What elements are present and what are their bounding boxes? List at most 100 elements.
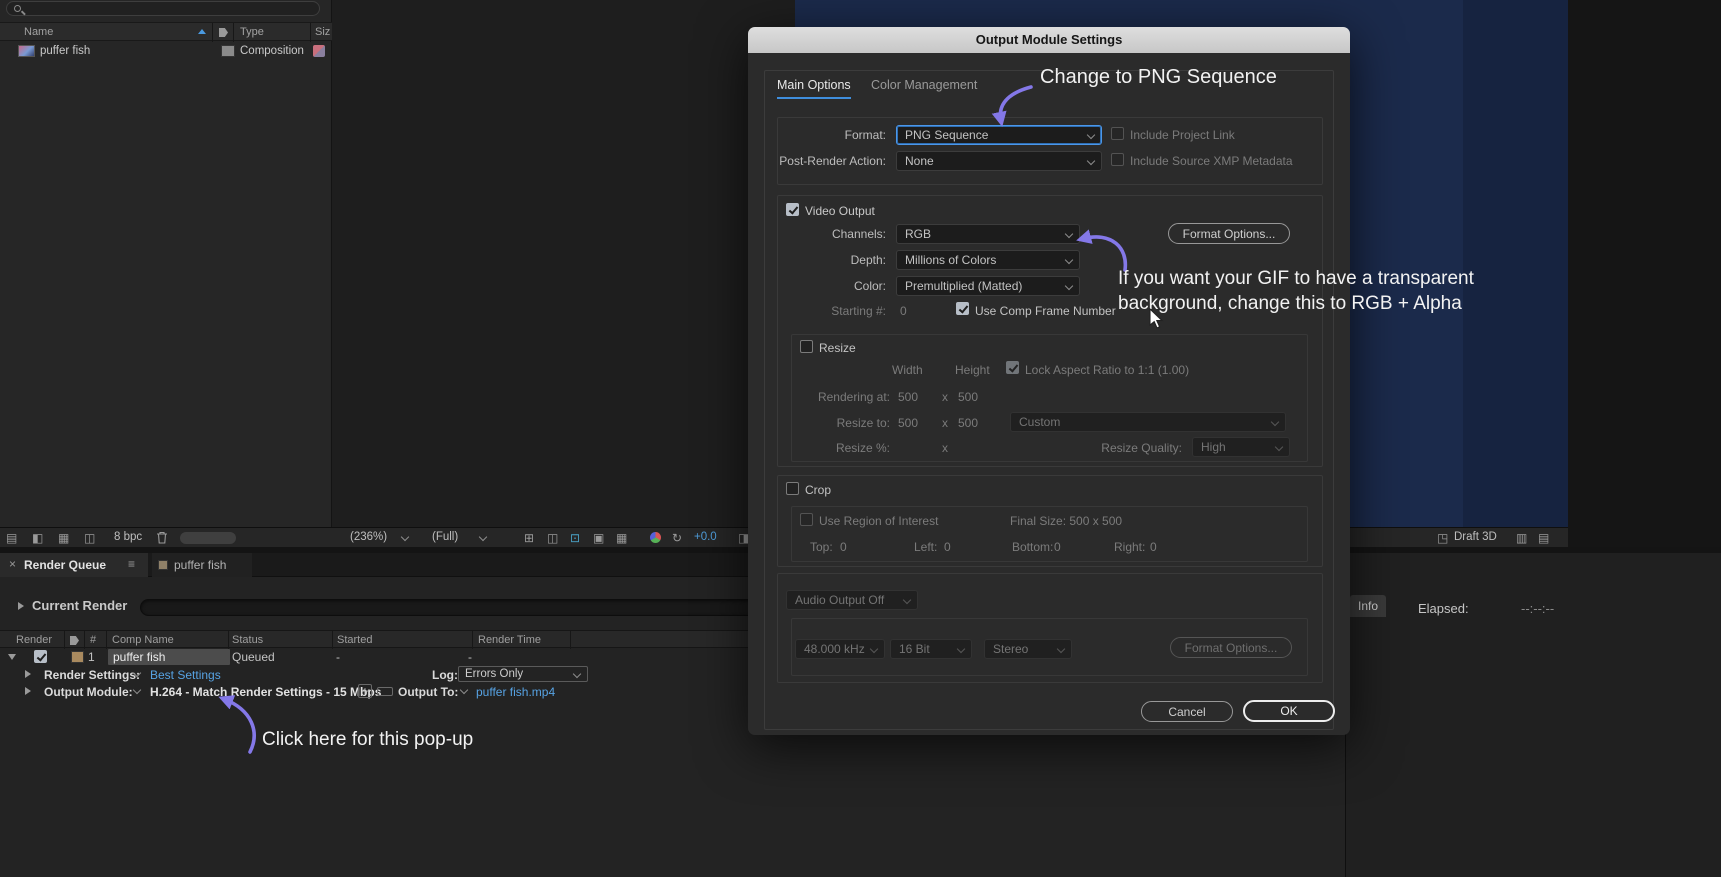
use-roi-checkbox[interactable] [800, 513, 813, 526]
post-render-select[interactable]: None [896, 151, 1102, 171]
region-of-interest-icon[interactable]: ⊡ [570, 530, 580, 546]
panel-menu-icon[interactable]: ≡ [128, 557, 135, 571]
render-settings-caret-icon[interactable] [25, 670, 31, 678]
tab-puffer-fish-comp[interactable]: puffer fish [152, 553, 252, 577]
crop-left-value[interactable]: 0 [944, 540, 951, 554]
lock-aspect-checkbox[interactable] [1006, 361, 1019, 374]
resize-preset-select[interactable]: Custom [1010, 412, 1286, 432]
expand-caret-icon[interactable] [8, 654, 16, 660]
dialog-title[interactable]: Output Module Settings [748, 27, 1350, 53]
size-column-header[interactable]: Siz [315, 26, 330, 38]
video-output-checkbox[interactable] [786, 203, 799, 216]
view-layout-icon[interactable]: ▥ [1516, 530, 1527, 546]
output-group-icon[interactable] [377, 687, 393, 696]
column-divider[interactable] [310, 23, 311, 42]
current-render-caret-icon[interactable] [18, 602, 24, 610]
column-divider[interactable] [64, 631, 65, 649]
project-item-name[interactable]: puffer fish [40, 45, 90, 57]
bit-depth-select[interactable]: 16 Bit [890, 639, 972, 659]
audio-output-select[interactable]: Audio Output Off [786, 590, 918, 610]
resize-quality-select[interactable]: High [1192, 437, 1290, 457]
transparency-grid-icon[interactable]: ⊞ [524, 530, 534, 546]
column-divider[interactable] [472, 631, 473, 649]
color-settings-icon[interactable]: ◫ [84, 530, 95, 546]
column-divider[interactable] [84, 631, 85, 649]
format-select[interactable]: PNG Sequence [896, 125, 1102, 145]
col-started[interactable]: Started [337, 634, 372, 646]
draft-3d-toggle[interactable]: Draft 3D [1454, 531, 1497, 543]
resolution-select[interactable]: (Full) [432, 531, 458, 543]
col-render-time[interactable]: Render Time [478, 634, 541, 646]
mask-visibility-icon[interactable]: ◫ [547, 530, 558, 546]
comp-tab-label[interactable]: puffer fish [174, 558, 226, 572]
column-divider[interactable] [233, 23, 234, 42]
guides-icon[interactable]: ▣ [593, 530, 604, 546]
project-item-row[interactable]: puffer fish Composition [0, 42, 332, 61]
audio-format-options-button[interactable]: Format Options... [1170, 637, 1292, 658]
column-divider[interactable] [212, 23, 213, 42]
output-module-popup-icon[interactable] [132, 685, 142, 695]
new-composition-icon[interactable]: ▦ [58, 530, 69, 546]
channels-select[interactable]: RGB [896, 224, 1080, 244]
output-module-link[interactable]: H.264 - Match Render Settings - 15 Mbps [150, 685, 381, 699]
type-column-header[interactable]: Type [240, 26, 264, 38]
queue-item-label-swatch[interactable] [71, 651, 84, 663]
resize-checkbox[interactable] [800, 340, 813, 353]
zoom-select[interactable]: (236%) [350, 531, 387, 543]
tab-render-queue[interactable]: × Render Queue ≡ [0, 553, 148, 577]
pixel-aspect-icon[interactable]: ▤ [1538, 530, 1549, 546]
reset-exposure-icon[interactable]: ↻ [672, 530, 682, 546]
draft-3d-icon[interactable]: ◳ [1437, 530, 1448, 546]
column-divider[interactable] [332, 631, 333, 649]
output-module-caret-icon[interactable] [25, 687, 31, 695]
color-select[interactable]: Premultiplied (Matted) [896, 276, 1080, 296]
sample-rate-select[interactable]: 48.000 kHz [795, 639, 885, 659]
sort-ascending-icon[interactable] [198, 29, 206, 34]
crop-bottom-value[interactable]: 0 [1054, 540, 1061, 554]
use-comp-frame-checkbox[interactable] [956, 302, 969, 315]
output-to-popup-icon[interactable] [459, 685, 469, 695]
tab-color-management[interactable]: Color Management [871, 78, 977, 92]
grid-icon[interactable]: ▦ [616, 530, 627, 546]
column-divider[interactable] [570, 631, 571, 649]
col-number[interactable]: # [90, 634, 96, 646]
ok-button[interactable]: OK [1243, 700, 1335, 722]
exposure-value[interactable]: +0.0 [694, 531, 717, 543]
include-xmp-checkbox[interactable] [1111, 153, 1124, 166]
col-render[interactable]: Render [16, 634, 52, 646]
label-column-icon[interactable] [219, 28, 228, 37]
crop-top-value[interactable]: 0 [840, 540, 847, 554]
tab-main-options[interactable]: Main Options [777, 78, 851, 99]
column-divider[interactable] [228, 631, 229, 649]
new-folder-icon[interactable]: ◧ [32, 530, 43, 546]
tab-info[interactable]: Info [1350, 595, 1386, 617]
crop-checkbox[interactable] [786, 482, 799, 495]
render-enabled-checkbox[interactable] [34, 650, 47, 663]
col-comp-name[interactable]: Comp Name [112, 634, 174, 646]
column-divider[interactable] [106, 631, 107, 649]
close-icon[interactable]: × [9, 557, 16, 571]
depth-select[interactable]: Millions of Colors [896, 250, 1080, 270]
render-queue-tab-label[interactable]: Render Queue [24, 558, 106, 572]
queue-item-comp-name[interactable]: puffer fish [113, 650, 165, 664]
bit-depth-button[interactable]: 8 bpc [114, 531, 142, 543]
delete-item-button[interactable] [156, 531, 168, 547]
name-column-header[interactable]: Name [24, 26, 53, 38]
crop-right-value[interactable]: 0 [1150, 540, 1157, 554]
log-select[interactable]: Errors Only [458, 666, 588, 682]
cancel-button[interactable]: Cancel [1141, 701, 1233, 722]
render-settings-link[interactable]: Best Settings [150, 668, 221, 682]
include-project-link-checkbox[interactable] [1111, 127, 1124, 140]
flag-column-icon[interactable] [70, 636, 79, 645]
horizontal-scrollbar-thumb[interactable] [180, 532, 236, 544]
audio-channels-select[interactable]: Stereo [984, 639, 1072, 659]
output-to-link[interactable]: puffer fish.mp4 [476, 685, 555, 699]
add-output-module-button[interactable]: + [358, 684, 372, 698]
col-status[interactable]: Status [232, 634, 263, 646]
show-channel-icon[interactable] [650, 532, 661, 543]
label-color-swatch[interactable] [221, 45, 235, 57]
format-options-button[interactable]: Format Options... [1168, 223, 1290, 244]
ok-button-label: OK [1280, 704, 1298, 718]
interpret-footage-icon[interactable]: ▤ [6, 530, 17, 546]
search-input[interactable] [6, 1, 320, 16]
